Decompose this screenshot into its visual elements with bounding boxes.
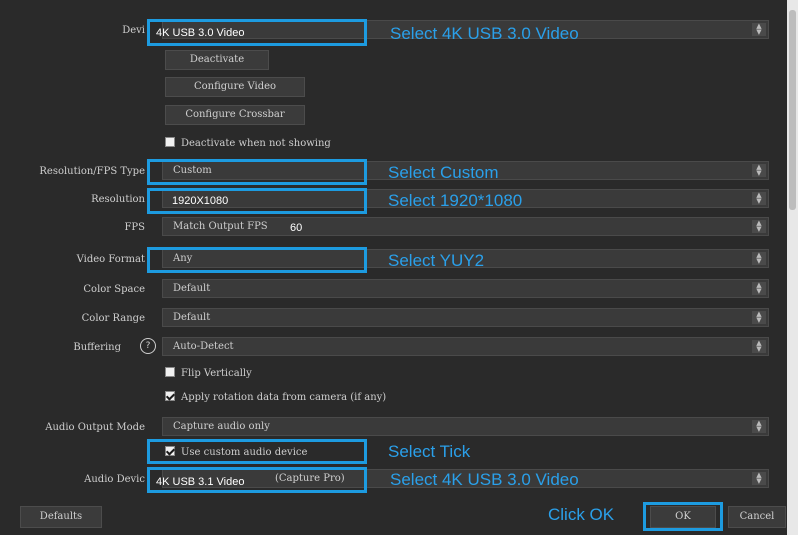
scrollbar[interactable] xyxy=(787,0,798,535)
audio-device-annotation: Select 4K USB 3.0 Video xyxy=(390,470,579,489)
flip-vertically-checkbox[interactable]: Flip Vertically xyxy=(165,367,252,379)
color-space-value: Default xyxy=(173,283,211,294)
tick-annotation: Select Tick xyxy=(388,442,471,461)
checkbox-label: Deactivate when not showing xyxy=(181,138,331,149)
device-annotation: Select 4K USB 3.0 Video xyxy=(390,24,579,43)
dropdown-arrow-icon: ▲ ▼ xyxy=(752,23,766,36)
video-format-highlight xyxy=(147,247,367,273)
device-highlight xyxy=(147,19,367,46)
fps-label: FPS xyxy=(124,222,145,233)
color-range-value: Default xyxy=(173,312,211,323)
buffering-select[interactable]: Auto-Detect ▲ ▼ xyxy=(162,337,769,356)
scrollbar-thumb[interactable] xyxy=(789,10,796,210)
color-space-select[interactable]: Default ▲ ▼ xyxy=(162,279,769,298)
custom-audio-highlight xyxy=(147,439,367,464)
help-icon[interactable]: ? xyxy=(140,338,156,354)
configure-video-button[interactable]: Configure Video xyxy=(165,77,305,97)
click-ok-annotation: Click OK xyxy=(548,505,615,524)
dropdown-arrow-icon: ▲ ▼ xyxy=(752,164,766,177)
dropdown-arrow-icon: ▲ ▼ xyxy=(752,311,766,324)
dropdown-arrow-icon: ▲ ▼ xyxy=(752,252,766,265)
resolution-fps-type-annotation: Select Custom xyxy=(388,163,499,182)
buffering-value: Auto-Detect xyxy=(173,341,234,352)
resolution-fps-type-label: Resolution/FPS Type xyxy=(39,166,145,177)
audio-output-mode-label: Audio Output Mode xyxy=(45,422,145,433)
color-range-select[interactable]: Default ▲ ▼ xyxy=(162,308,769,327)
apply-rotation-checkbox[interactable]: Apply rotation data from camera (if any) xyxy=(165,391,386,403)
resolution-annotation: Select 1920*1080 xyxy=(388,191,523,210)
defaults-button[interactable]: Defaults xyxy=(20,506,102,528)
dropdown-arrow-icon: ▲ ▼ xyxy=(752,472,766,485)
video-format-label: Video Format xyxy=(76,254,145,265)
fps-value: Match Output FPS xyxy=(173,221,268,232)
deactivate-not-showing-checkbox[interactable]: Deactivate when not showing xyxy=(165,137,331,149)
fps-select[interactable]: Match Output FPS ▲ ▼ xyxy=(162,217,769,236)
color-range-label: Color Range xyxy=(81,313,145,324)
audio-output-mode-select[interactable]: Capture audio only ▲ ▼ xyxy=(162,417,769,436)
deactivate-button[interactable]: Deactivate xyxy=(165,50,269,70)
video-format-annotation: Select YUY2 xyxy=(388,251,485,270)
resolution-highlight xyxy=(147,188,367,214)
ok-highlight xyxy=(643,502,723,531)
checkbox-checked-icon xyxy=(165,391,175,401)
dropdown-arrow-icon: ▲ ▼ xyxy=(752,192,766,205)
checkbox-icon xyxy=(165,137,175,147)
audio-device-highlight xyxy=(147,467,367,493)
resolution-fps-type-highlight xyxy=(147,159,367,185)
audio-output-mode-value: Capture audio only xyxy=(173,421,270,432)
checkbox-label: Apply rotation data from camera (if any) xyxy=(181,392,387,403)
checkbox-label: Flip Vertically xyxy=(181,368,252,379)
checkbox-icon xyxy=(165,367,175,377)
audio-device-label: Audio Devic xyxy=(84,474,145,485)
fps-extra-value: 60 xyxy=(290,222,303,234)
dropdown-arrow-icon: ▲ ▼ xyxy=(752,220,766,233)
buffering-label: Buffering xyxy=(73,342,121,353)
color-space-label: Color Space xyxy=(83,284,145,295)
properties-window: Devi ▲ ▼ 4K USB 3.0 Video Select 4K USB 3… xyxy=(0,0,787,535)
dropdown-arrow-icon: ▲ ▼ xyxy=(752,420,766,433)
device-label: Devi xyxy=(122,25,145,36)
dropdown-arrow-icon: ▲ ▼ xyxy=(752,282,766,295)
cancel-button[interactable]: Cancel xyxy=(728,506,786,528)
dropdown-arrow-icon: ▲ ▼ xyxy=(752,340,766,353)
configure-crossbar-button[interactable]: Configure Crossbar xyxy=(165,105,305,125)
resolution-label: Resolution xyxy=(91,194,145,205)
